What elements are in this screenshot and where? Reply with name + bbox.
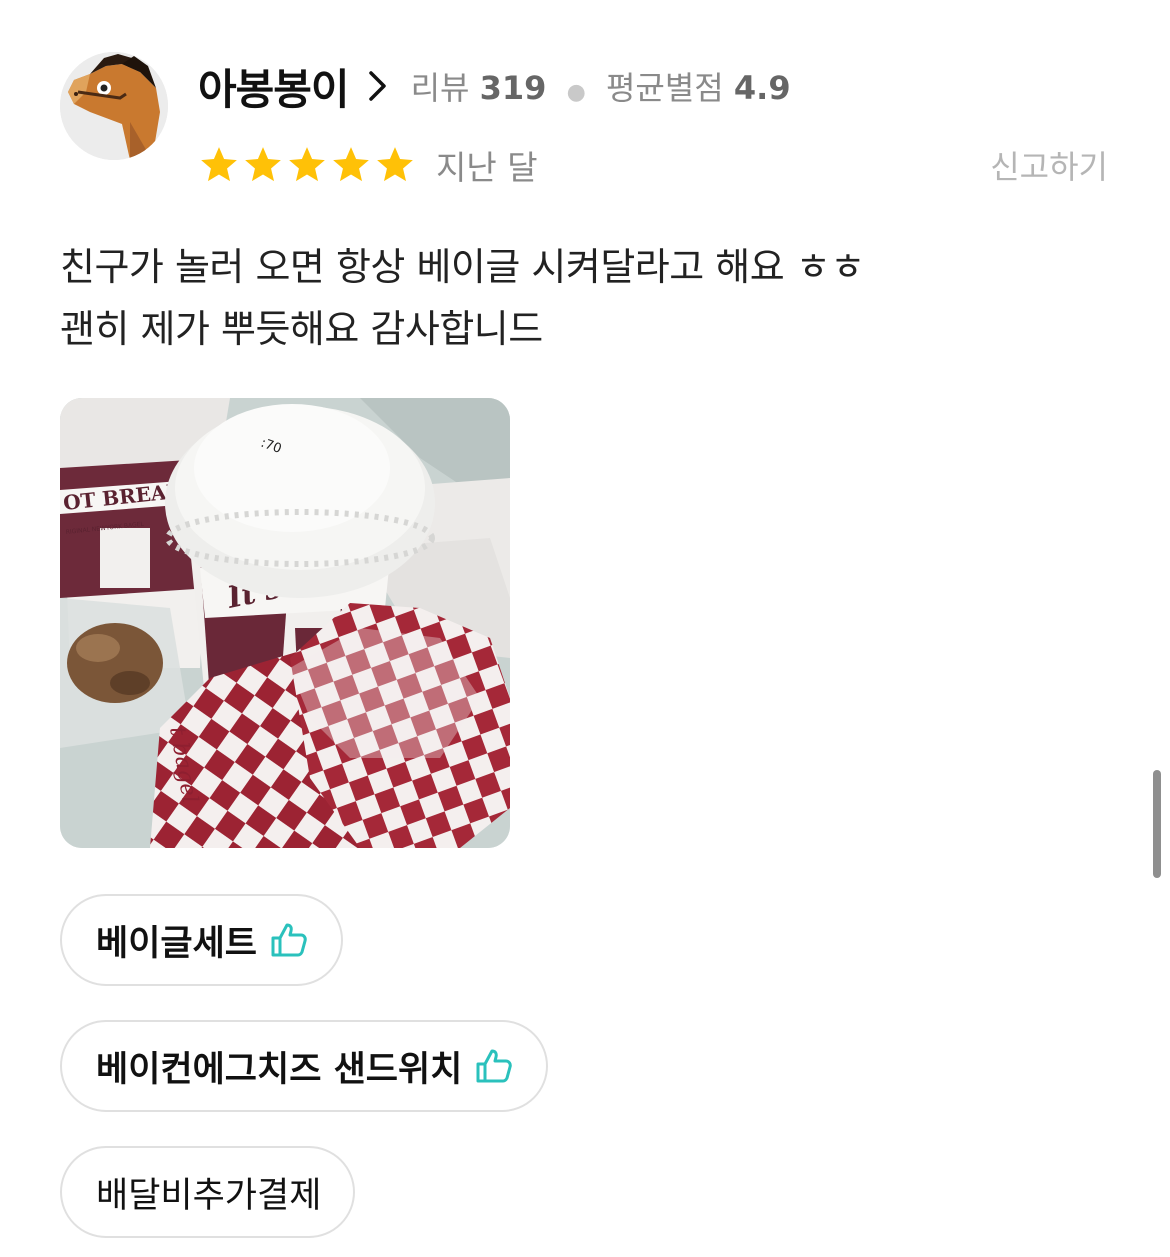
star-icon [333,147,369,182]
user-info-row: 아봉봉이 리뷰 319 ● 평균별점 4.9 [198,58,791,114]
avg-rating-value: 4.9 [733,69,791,107]
user-stats: 리뷰 319 ● 평균별점 4.9 [411,63,791,109]
separator-dot: ● [566,80,586,105]
star-icon [377,147,413,182]
avatar[interactable] [60,52,168,160]
chevron-right-icon[interactable] [367,69,389,103]
user-nickname[interactable]: 아봉봉이 [198,56,350,117]
review-text-line: 괜히 제가 뿌듯해요 감사합니드 [60,307,543,351]
star-icon [289,147,325,182]
thumbs-up-icon [476,1049,513,1083]
horse-avatar-icon [60,52,168,160]
star-icon [201,147,237,182]
star-rating [198,144,416,186]
star-icon [245,147,281,182]
review-photo[interactable]: OT BREAD RIGINAL NEWYORK BAGEL It's Bage… [60,398,510,848]
bagel-photo-illustration: OT BREAD RIGINAL NEWYORK BAGEL It's Bage… [60,398,510,848]
review-text-line: 친구가 놀러 오면 항상 베이글 시켜달라고 해요 ㅎㅎ [60,245,865,289]
review-text: 친구가 놀러 오면 항상 베이글 시켜달라고 해요 ㅎㅎ 괜히 제가 뿌듯해요 … [60,236,1100,360]
menu-tag-label: 베이글세트 [96,923,258,964]
thumbs-up-icon [271,923,307,957]
menu-tag-label: 배달비추가결제 [96,1175,322,1216]
avg-rating-label: 평균별점 [605,69,724,107]
scrollbar[interactable] [1153,770,1161,878]
menu-tag[interactable]: 베이글세트 [60,894,344,986]
review-count-value: 319 [479,69,547,107]
menu-tag[interactable]: 베이컨에그치즈 샌드위치 [60,1020,549,1112]
report-button[interactable]: 신고하기 [990,142,1108,188]
rating-row: 지난 달 [198,140,538,190]
menu-tag-label: 베이컨에그치즈 샌드위치 [96,1049,463,1090]
review-date: 지난 달 [436,148,538,187]
menu-tag[interactable]: 배달비추가결제 [60,1146,356,1238]
review-count-label: 리뷰 [410,69,470,107]
